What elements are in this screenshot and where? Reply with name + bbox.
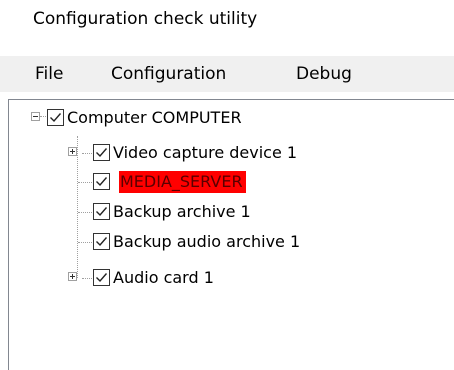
- tree-node-label: Backup archive 1: [113, 202, 251, 221]
- tree-node-label: Computer COMPUTER: [67, 108, 242, 127]
- audio-card-checkbox[interactable]: [93, 269, 110, 286]
- tree-connector-line: [82, 278, 92, 279]
- tree-node-label: Audio card 1: [113, 268, 214, 287]
- menu-debug[interactable]: Debug: [296, 63, 352, 85]
- tree-node-label-highlighted: MEDIA_SERVER: [119, 171, 246, 193]
- tree-node-label: Backup audio archive 1: [113, 232, 301, 251]
- backup-audio-archive-checkbox[interactable]: [93, 233, 110, 250]
- window-title: Configuration check utility: [33, 9, 258, 29]
- backup-archive-checkbox[interactable]: [93, 203, 110, 220]
- root-checkbox[interactable]: [47, 109, 64, 126]
- tree-view[interactable]: Computer COMPUTER Video capture device 1…: [8, 99, 454, 370]
- tree-node-label: Video capture device 1: [113, 143, 298, 162]
- expand-toggle-icon[interactable]: [68, 147, 77, 156]
- tree-connector-line: [78, 242, 92, 243]
- expand-toggle-icon[interactable]: [68, 272, 77, 281]
- video-capture-checkbox[interactable]: [93, 144, 110, 161]
- menubar: File Configuration Debug: [0, 56, 454, 92]
- tree-connector-line: [78, 182, 92, 183]
- menu-file[interactable]: File: [35, 63, 63, 85]
- tree-connector-line: [78, 212, 92, 213]
- media-server-checkbox[interactable]: [93, 173, 110, 190]
- tree-connector-line: [82, 153, 92, 154]
- menu-configuration[interactable]: Configuration: [111, 63, 226, 85]
- tree-connector-line: [77, 136, 78, 278]
- collapse-toggle-icon[interactable]: [31, 112, 40, 121]
- tree-connector-line: [40, 116, 46, 117]
